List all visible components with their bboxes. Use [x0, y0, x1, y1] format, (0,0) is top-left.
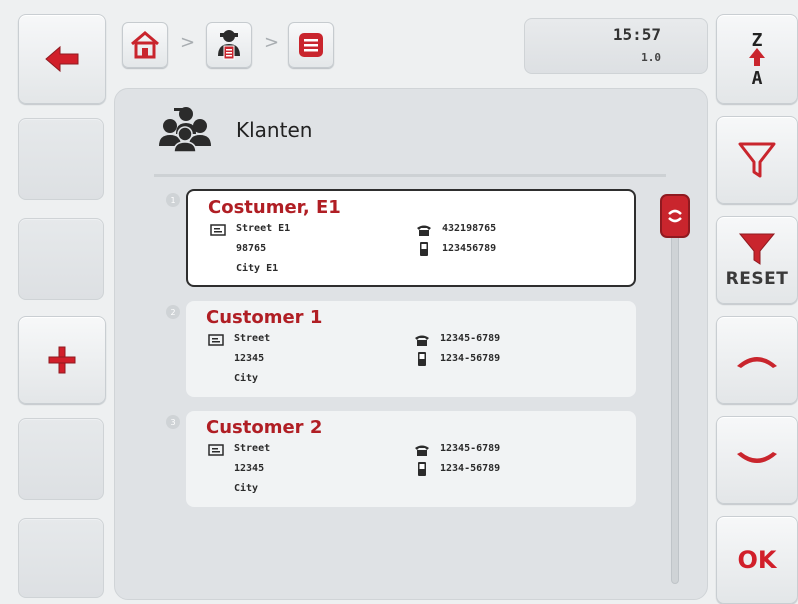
customer-street: Street: [234, 443, 271, 454]
list-item-index: 3: [166, 415, 180, 429]
customer-postcode: 12345: [234, 463, 265, 474]
ok-button[interactable]: OK: [716, 516, 798, 604]
chevron-down-icon: [737, 452, 777, 463]
page-title: Klanten: [236, 118, 313, 142]
empty-slot-button: [18, 218, 104, 300]
home-icon: [131, 31, 159, 59]
arrow-left-icon: [45, 45, 79, 73]
breadcrumb-separator: >: [264, 32, 280, 53]
screen: > > 15:57 1.0 Z A RESET OK Klanten 1 Cos…: [0, 0, 798, 604]
phone-icon: [417, 225, 431, 236]
filter-icon: [738, 142, 776, 178]
filter-button[interactable]: [716, 116, 798, 204]
list-item[interactable]: Customer 2 Street 12345 City 12345-6789 …: [186, 411, 636, 507]
empty-slot-button: [18, 418, 104, 500]
header-divider: [154, 174, 666, 177]
svg-text:Z: Z: [752, 30, 763, 51]
add-customer-button[interactable]: [18, 316, 106, 404]
scroll-down-button[interactable]: [716, 416, 798, 504]
plus-icon: [48, 346, 76, 374]
customer-name: Costumer, E1: [208, 197, 341, 218]
customer-phone: 12345-6789: [440, 333, 501, 344]
page-header: [156, 104, 214, 152]
list-item[interactable]: Customer 1 Street 12345 City 12345-6789 …: [186, 301, 636, 397]
list-menu-icon: [299, 33, 323, 57]
customer-city: City: [234, 483, 259, 494]
sort-za-icon: Z A: [749, 30, 765, 89]
filter-reset-button[interactable]: RESET: [716, 216, 798, 304]
breadcrumb-list[interactable]: [288, 22, 334, 68]
breadcrumb-customer[interactable]: [206, 22, 252, 68]
customer-icon: [218, 30, 240, 60]
address-icon: [210, 224, 226, 236]
customer-mobile: 123456789: [442, 243, 497, 254]
customer-phone: 12345-6789: [440, 443, 501, 454]
address-icon: [208, 334, 224, 346]
list-item[interactable]: Costumer, E1 Street E1 98765 City E1 432…: [186, 189, 636, 287]
empty-slot-button: [18, 118, 104, 200]
phone-icon: [415, 335, 429, 346]
mobile-icon: [420, 242, 428, 256]
customer-mobile: 1234-56789: [440, 353, 501, 364]
sort-button[interactable]: Z A: [716, 14, 798, 104]
clock-time: 15:57: [612, 25, 661, 44]
breadcrumb-separator: >: [180, 32, 196, 53]
status-clock: 15:57 1.0: [524, 18, 708, 74]
filter-reset-icon: [738, 233, 776, 265]
empty-slot-button: [18, 518, 104, 598]
customer-phone: 432198765: [442, 223, 497, 234]
svg-text:A: A: [752, 68, 763, 89]
customer-mobile: 1234-56789: [440, 463, 501, 474]
breadcrumb-home[interactable]: [122, 22, 168, 68]
list-item-index: 1: [166, 193, 180, 207]
customers-group-icon: [159, 107, 211, 152]
scrollbar-track[interactable]: [671, 196, 679, 584]
mobile-icon: [418, 462, 426, 476]
customer-name: Customer 1: [206, 307, 323, 328]
address-icon: [208, 444, 224, 456]
scrollbar-thumb[interactable]: [660, 194, 690, 238]
list-item-index: 2: [166, 305, 180, 319]
mobile-icon: [418, 352, 426, 366]
customer-street: Street: [234, 333, 271, 344]
customer-name: Customer 2: [206, 417, 323, 438]
customer-postcode: 12345: [234, 353, 265, 364]
reset-label: RESET: [725, 269, 789, 289]
version-label: 1.0: [641, 51, 661, 64]
scroll-up-button[interactable]: [716, 316, 798, 404]
ok-label: OK: [737, 546, 777, 574]
scroll-grip-icon: [668, 209, 682, 223]
chevron-up-icon: [737, 357, 777, 368]
customer-city: City E1: [236, 263, 279, 274]
customer-street: Street E1: [236, 223, 291, 234]
customer-city: City: [234, 373, 259, 384]
back-button[interactable]: [18, 14, 106, 104]
customer-postcode: 98765: [236, 243, 267, 254]
phone-icon: [415, 445, 429, 456]
